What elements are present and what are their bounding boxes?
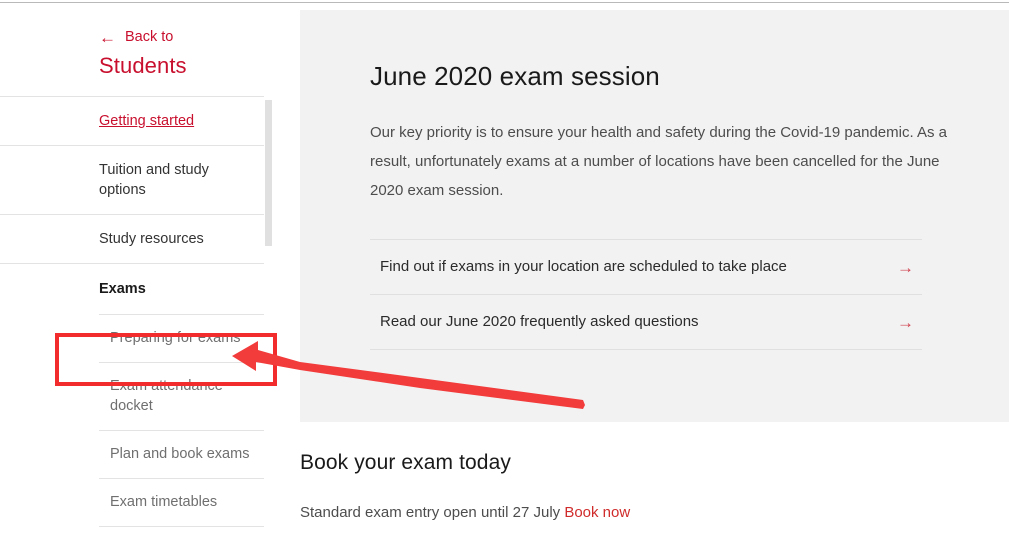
arrow-left-icon: ← <box>99 27 116 47</box>
link-label: Read our June 2020 frequently asked ques… <box>380 313 699 330</box>
arrow-right-icon: → <box>897 312 914 332</box>
sidebar-subitem-exam-timetables[interactable]: Exam timetables <box>0 478 271 526</box>
link-row-exam-locations[interactable]: Find out if exams in your location are s… <box>370 239 922 294</box>
sidebar: ← Back to Students Getting started Tuiti… <box>0 10 272 543</box>
sidebar-subitem-label: Preparing for exams <box>110 330 241 346</box>
link-label: Find out if exams in your location are s… <box>380 258 787 275</box>
sidebar-subitem-label: Exam attendance docket <box>110 378 223 414</box>
sidebar-item-study-resources[interactable]: Study resources <box>0 214 271 263</box>
sidebar-scrollbar-thumb[interactable] <box>265 100 272 246</box>
book-exam-section: Book your exam today Standard exam entry… <box>300 450 1009 523</box>
sidebar-item-label: Getting started <box>99 113 195 129</box>
sidebar-item-label: Tuition and study options <box>99 162 209 198</box>
window-top-spacer <box>0 3 1009 10</box>
sidebar-subitem-exam-method[interactable]: Exam method <box>0 526 271 543</box>
book-exam-heading: Book your exam today <box>300 451 511 474</box>
notice-links-list: Find out if exams in your location are s… <box>370 239 922 350</box>
sidebar-subitem-label: Exam timetables <box>110 494 218 510</box>
notice-body-text: Our key priority is to ensure your healt… <box>370 124 947 199</box>
sidebar-section-title[interactable]: Students <box>99 53 271 79</box>
book-exam-status-text: Standard exam entry open until 27 July <box>300 504 565 521</box>
book-exam-status-line: Standard exam entry open until 27 July B… <box>300 502 1009 523</box>
sidebar-subitem-preparing-for-exams[interactable]: Preparing for exams <box>0 314 271 362</box>
exam-session-notice-panel: June 2020 exam session Our key priority … <box>300 10 1009 422</box>
link-row-faq[interactable]: Read our June 2020 frequently asked ques… <box>370 294 922 350</box>
back-label: Back to <box>125 29 174 45</box>
sidebar-item-getting-started[interactable]: Getting started <box>0 96 271 145</box>
notice-inner: June 2020 exam session Our key priority … <box>300 10 1009 350</box>
arrow-right-icon: → <box>897 257 914 277</box>
sidebar-item-exams[interactable]: Exams <box>0 263 271 314</box>
sidebar-nav-list: Getting started Tuition and study option… <box>0 96 271 543</box>
book-now-link[interactable]: Book now <box>564 504 630 521</box>
sidebar-subitem-plan-and-book-exams[interactable]: Plan and book exams <box>0 430 271 478</box>
back-to-students-link[interactable]: ← Back to <box>99 28 271 46</box>
sidebar-back-block: ← Back to Students <box>0 10 271 79</box>
sidebar-subitem-exam-attendance-docket[interactable]: Exam attendance docket <box>0 362 271 430</box>
sidebar-subitem-label: Plan and book exams <box>110 446 250 462</box>
sidebar-item-label: Study resources <box>99 231 204 247</box>
sidebar-item-label: Exams <box>99 281 146 297</box>
sidebar-scrollbar-track[interactable] <box>264 10 272 543</box>
page-title: June 2020 exam session <box>370 61 660 91</box>
page-viewport: ← Back to Students Getting started Tuiti… <box>0 0 1009 543</box>
main-content: June 2020 exam session Our key priority … <box>272 10 1009 543</box>
sidebar-item-tuition-and-study-options[interactable]: Tuition and study options <box>0 145 271 214</box>
